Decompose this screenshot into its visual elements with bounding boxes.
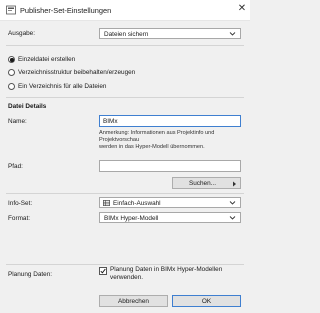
cancel-label: Abbrechen	[118, 298, 149, 305]
planung-checkbox[interactable]	[99, 267, 107, 275]
note-text: Anmerkung: Informationen aus Projektinfo…	[99, 130, 244, 152]
format-dropdown[interactable]: BIMx Hyper-Modell	[99, 212, 241, 223]
separator	[6, 193, 244, 194]
radio-ein-verzeichnis[interactable]	[8, 83, 15, 90]
publisher-app-icon	[6, 5, 16, 15]
ok-label: OK	[201, 298, 212, 305]
separator	[6, 45, 244, 46]
radio-einzeldatei[interactable]	[8, 56, 15, 63]
radio-verzeichnisstruktur-label: Verzeichnisstruktur beibehalten/erzeugen	[18, 69, 136, 76]
ok-button[interactable]: OK	[172, 295, 241, 307]
pfad-input[interactable]	[99, 160, 241, 172]
note-line: werden in das Hyper-Modell übernommen.	[99, 144, 205, 151]
format-value: BIMx Hyper-Modell	[104, 215, 159, 222]
ausgabe-label: Ausgabe:	[8, 30, 36, 37]
name-label: Name:	[8, 118, 27, 125]
separator	[6, 264, 244, 265]
separator	[6, 97, 244, 98]
infoset-dropdown[interactable]: Einfach-Auswahl	[99, 197, 241, 208]
cancel-button[interactable]: Abbrechen	[99, 295, 168, 307]
infoset-value: Einfach-Auswahl	[113, 200, 161, 207]
planung-line: Planung Daten in BIMx Hyper-Modellen	[110, 266, 223, 273]
radio-einzeldatei-label: Einzeldatei erstellen	[18, 56, 76, 63]
radio-verzeichnisstruktur[interactable]	[8, 69, 15, 76]
format-label: Format:	[8, 215, 31, 222]
name-input[interactable]: BIMx	[99, 115, 241, 127]
chevron-down-icon	[229, 216, 236, 220]
close-icon[interactable]: ✕	[236, 3, 248, 15]
radio-ein-verzeichnis-label: Ein Verzeichnis für alle Dateien	[18, 83, 107, 90]
browse-button[interactable]: Suchen...	[172, 177, 241, 189]
triangle-right-icon	[233, 181, 236, 187]
ausgabe-value: Dateien sichern	[104, 31, 149, 38]
window-title: Publisher-Set-Einstellungen	[20, 6, 112, 15]
grid-table-icon	[103, 200, 110, 206]
chevron-down-icon	[229, 32, 236, 36]
section-heading: Datei Details	[8, 103, 47, 110]
planung-line: verwenden.	[110, 274, 144, 281]
checkmark-icon	[100, 268, 106, 274]
pfad-label: Pfad:	[8, 163, 23, 170]
planung-checkbox-label: Planung Daten in BIMx Hyper-Modellen ver…	[110, 266, 222, 282]
chevron-down-icon	[229, 201, 236, 205]
note-line: Anmerkung: Informationen aus Projektinfo…	[99, 130, 215, 144]
browse-label: Suchen...	[188, 180, 216, 187]
ausgabe-dropdown[interactable]: Dateien sichern	[99, 28, 241, 39]
name-value: BIMx	[103, 118, 118, 125]
planung-label: Planung Daten:	[8, 271, 53, 278]
infoset-label: Info-Set:	[8, 200, 33, 207]
